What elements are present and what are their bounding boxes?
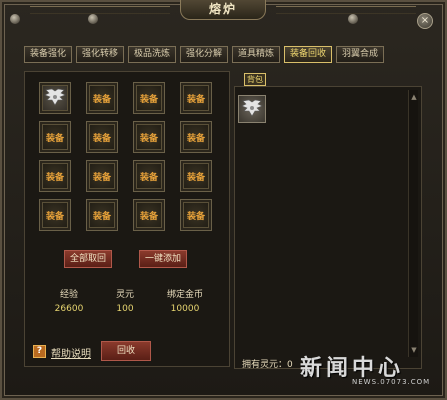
stat-spirit: 灵元 100 — [95, 287, 155, 314]
tab-wing-synthesis[interactable]: 羽翼合成 — [336, 46, 384, 63]
equipment-slot[interactable]: 装备 — [133, 199, 165, 231]
rivet-icon — [10, 14, 20, 24]
reward-stats: 经验 26600 灵元 100 绑定金币 10000 — [39, 287, 221, 315]
stat-value: 100 — [116, 304, 134, 314]
recycle-button[interactable]: 回收 — [101, 341, 151, 361]
equipment-slot[interactable]: 装备 — [133, 160, 165, 192]
stat-label: 绑定金币 — [166, 290, 203, 300]
collect-all-button[interactable]: 全部取回 — [64, 250, 112, 268]
wing-icon — [44, 88, 66, 106]
window-title: 熔炉 — [180, 0, 266, 20]
rivet-icon — [88, 14, 98, 24]
equipment-slot[interactable]: 装备 — [86, 121, 118, 153]
backpack-panel — [234, 86, 422, 369]
help-icon[interactable]: ? — [33, 345, 46, 358]
tab-item-refine[interactable]: 道具精炼 — [232, 46, 280, 63]
function-tabs: 装备强化 强化转移 极品洗炼 强化分解 道具精炼 装备回收 羽翼合成 — [24, 46, 384, 63]
tab-enhance-transfer[interactable]: 强化转移 — [76, 46, 124, 63]
close-button[interactable]: × — [417, 13, 433, 29]
equipment-slot[interactable]: 装备 — [180, 199, 212, 231]
tab-enhance-decompose[interactable]: 强化分解 — [180, 46, 228, 63]
add-all-button[interactable]: 一键添加 — [139, 250, 187, 268]
help-link[interactable]: 帮助说明 — [51, 345, 91, 360]
wing-icon — [241, 99, 263, 117]
tab-premium-refine[interactable]: 极品洗炼 — [128, 46, 176, 63]
stat-label: 灵元 — [115, 290, 134, 300]
equipment-slot[interactable]: 装备 — [133, 82, 165, 114]
equipment-slot[interactable]: 装备 — [39, 199, 71, 231]
equipment-slot[interactable]: 装备 — [180, 82, 212, 114]
backpack-scrollbar[interactable]: ▲ ▼ — [408, 90, 418, 357]
stat-bound-gold: 绑定金币 10000 — [155, 287, 215, 314]
stat-value: 10000 — [170, 304, 200, 314]
equipment-slot[interactable]: 装备 — [180, 160, 212, 192]
tab-backpack[interactable]: 背包 — [244, 73, 266, 86]
equipment-slot-grid: 装备 装备 装备 装备 装备 装备 装备 装备 装备 装备 装备 装备 装备 装… — [39, 82, 212, 231]
stat-value: 26600 — [54, 304, 84, 314]
watermark-url: NEWS.07073.COM — [352, 378, 431, 386]
backpack-item-slot[interactable] — [238, 95, 266, 123]
tab-equip-enhance[interactable]: 装备强化 — [24, 46, 72, 63]
equipment-slot[interactable]: 装备 — [86, 82, 118, 114]
stat-label: 经验 — [59, 290, 78, 300]
equipment-slot[interactable]: 装备 — [180, 121, 212, 153]
equipment-slot[interactable]: 装备 — [86, 160, 118, 192]
equipment-slot[interactable]: 装备 — [133, 121, 165, 153]
tab-equip-recycle[interactable]: 装备回收 — [284, 46, 332, 63]
watermark: 新闻中心 NEWS.07073.COM — [300, 350, 440, 390]
equipment-slot[interactable]: 装备 — [86, 199, 118, 231]
scroll-up-icon[interactable]: ▲ — [409, 92, 419, 102]
title-ornament-left — [30, 6, 170, 14]
equipment-slot[interactable]: 装备 — [39, 160, 71, 192]
owned-spirit-label: 拥有灵元：0 — [242, 360, 293, 370]
title-ornament-right — [276, 6, 416, 14]
rivet-icon — [348, 14, 358, 24]
stat-experience: 经验 26600 — [39, 287, 99, 314]
recycle-panel: 装备 装备 装备 装备 装备 装备 装备 装备 装备 装备 装备 装备 装备 装… — [24, 71, 230, 367]
equipment-slot[interactable] — [39, 82, 71, 114]
equipment-slot[interactable]: 装备 — [39, 121, 71, 153]
